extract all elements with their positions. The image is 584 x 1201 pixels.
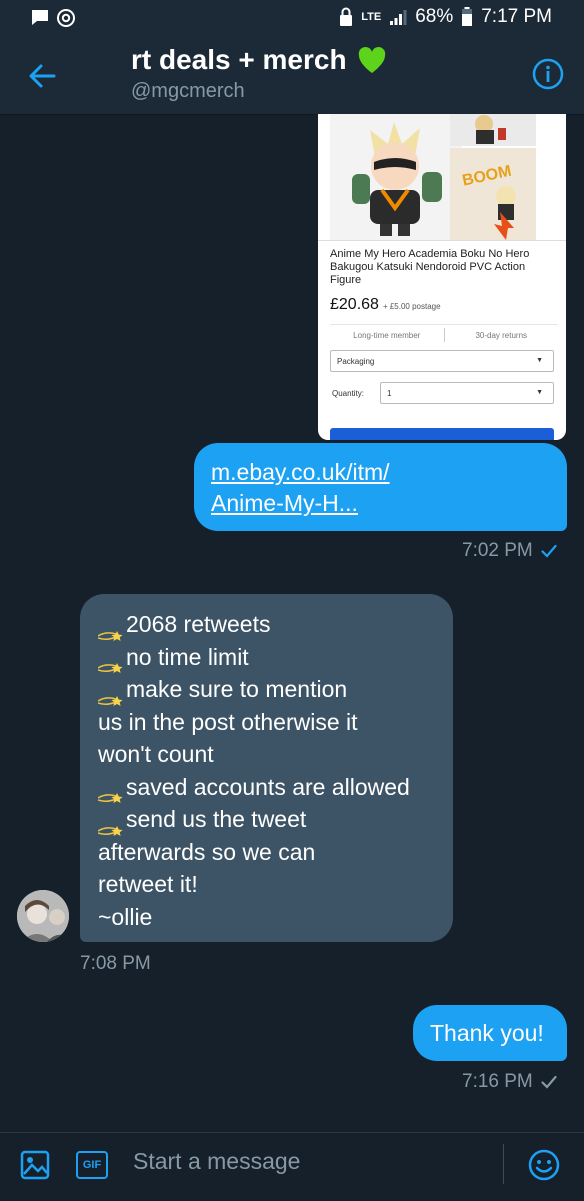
message-line: afterwards so we can — [98, 838, 316, 865]
message-line: make sure to mention — [97, 673, 435, 706]
incoming-message: 2068 retweets no time limit make sure to… — [80, 594, 453, 942]
conversation-header: rt deals + merch @mgcmerch — [0, 36, 584, 115]
message-line: 2068 retweets — [97, 608, 435, 641]
message-input[interactable]: Start a message — [133, 1148, 300, 1175]
at-sign-icon — [57, 9, 75, 27]
network-label: LTE — [361, 11, 382, 23]
conversation-handle: @mgcmerch — [131, 80, 245, 102]
check-icon — [541, 544, 557, 558]
message-line-text: no time limit — [126, 643, 249, 670]
title-text: rt deals + merch — [131, 44, 347, 75]
chat-notification-icon — [32, 10, 48, 25]
signal-icon — [390, 10, 407, 25]
variation-select-value: Packaging — [337, 356, 375, 366]
composer-divider — [503, 1144, 504, 1184]
quantity-select: 1 ▼ — [380, 382, 554, 404]
product-price: £20.68 + £5.00 postage — [330, 296, 441, 314]
product-image-thumb-2: BOOM — [450, 148, 536, 240]
message-line-text: saved accounts are allowed — [126, 773, 410, 800]
incoming-timestamp: 7:08 PM — [80, 953, 151, 974]
message-line: ~ollie — [98, 903, 153, 930]
product-image-main — [330, 114, 462, 240]
green-heart-icon — [358, 46, 385, 73]
message-line: no time limit — [97, 641, 435, 674]
quantity-label: Quantity: — [332, 389, 365, 398]
shooting-star-icon — [97, 781, 124, 804]
message-line: retweet it! — [98, 871, 198, 897]
message-line-text: 2068 retweets — [126, 611, 271, 637]
seller-info-row: Long-time member 30-day returns — [330, 324, 558, 345]
avatar[interactable] — [17, 890, 69, 942]
message-line: saved accounts are allowed — [97, 771, 435, 804]
postage-cost: + £5.00 postage — [382, 302, 441, 311]
reply-timestamp: 7:16 PM — [462, 1071, 557, 1093]
seller-badge: Long-time member — [353, 330, 421, 340]
message-line-text: make sure to mention — [126, 676, 348, 702]
svg-text:BOOM: BOOM — [461, 163, 513, 190]
returns-badge: 30-day returns — [475, 330, 528, 340]
clock: 7:17 PM — [481, 6, 552, 27]
quantity-select-value: 1 — [387, 388, 392, 398]
message-line: send us the tweet — [97, 803, 435, 836]
link-preview-card[interactable]: BOOM Anime My Hero Academia Boku No Hero… — [318, 114, 566, 440]
link-line-2[interactable]: Anime-My-H... — [211, 488, 550, 519]
outgoing-message: Thank you! — [413, 1005, 567, 1061]
buy-button — [330, 428, 554, 440]
product-title: Anime My Hero Academia Boku No Hero Baku… — [330, 248, 530, 286]
reply-time: 7:16 PM — [462, 1071, 533, 1092]
variation-select: Packaging ▼ — [330, 350, 554, 372]
emoji-icon[interactable] — [527, 1148, 561, 1182]
product-image-thumb-1 — [450, 114, 536, 146]
shooting-star-icon — [97, 619, 124, 641]
outgoing-link-message: m.ebay.co.uk/itm/ Anime-My-H... — [194, 443, 567, 531]
link-timestamp: 7:02 PM — [462, 540, 557, 562]
conversation-title: rt deals + merch — [131, 44, 387, 76]
chevron-down-icon: ▼ — [536, 357, 543, 364]
link-time: 7:02 PM — [462, 540, 533, 561]
gif-icon[interactable]: GIF — [76, 1151, 108, 1179]
arrow-left-icon[interactable] — [24, 58, 60, 94]
card-divider — [318, 240, 566, 241]
gif-label: GIF — [82, 1159, 102, 1171]
message-line-text: send us the tweet — [126, 806, 307, 832]
info-icon[interactable] — [532, 58, 564, 90]
lock-icon — [340, 7, 353, 26]
battery-icon — [462, 7, 473, 26]
status-bar: LTE 68% 7:17 PM — [0, 0, 584, 36]
shooting-star-icon — [97, 814, 124, 836]
image-icon[interactable] — [20, 1150, 50, 1180]
shooting-star-icon — [97, 651, 124, 674]
chevron-down-icon: ▼ — [536, 389, 543, 396]
message-line: us in the post otherwise it — [98, 708, 358, 735]
price-value: £20.68 — [330, 296, 379, 313]
check-icon — [541, 1075, 557, 1089]
shooting-star-icon — [97, 684, 124, 706]
message-line: won't count — [98, 741, 214, 767]
battery-percent: 68% — [415, 6, 454, 27]
link-line-1[interactable]: m.ebay.co.uk/itm/ — [211, 457, 550, 488]
